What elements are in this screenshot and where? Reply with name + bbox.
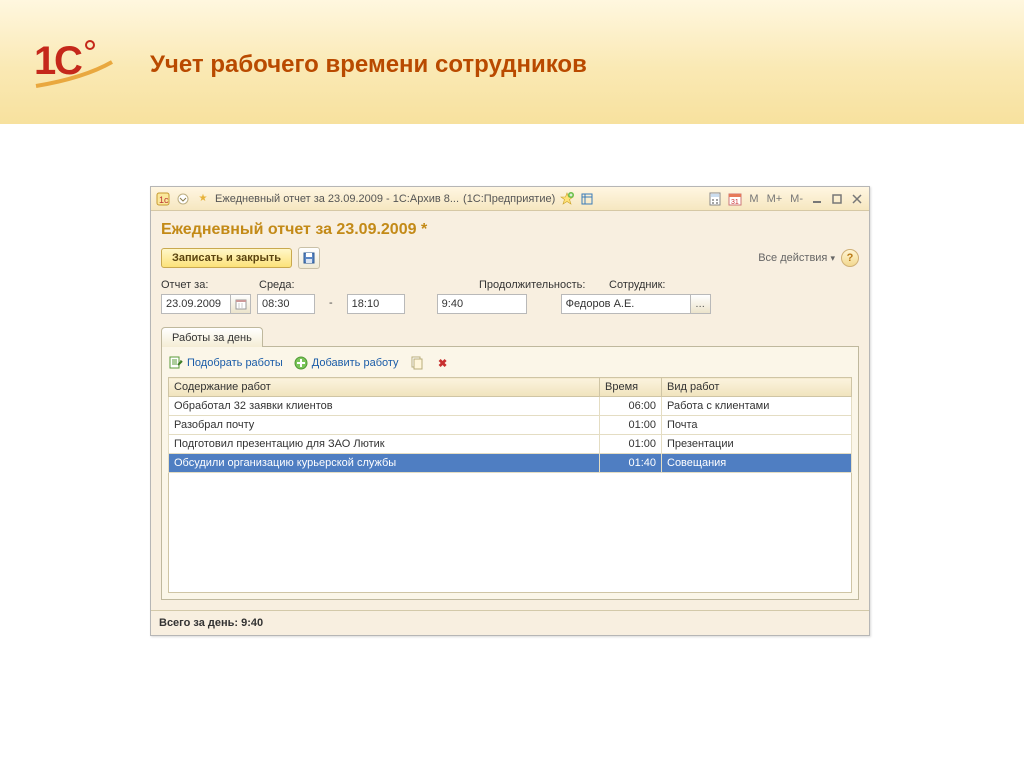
label-duration: Продолжительность: bbox=[479, 279, 609, 291]
footer-bar: Всего за день: 9:40 bbox=[151, 610, 869, 635]
add-work-button[interactable]: Добавить работу bbox=[293, 355, 399, 371]
save-icon[interactable] bbox=[298, 247, 320, 269]
copy-icon[interactable] bbox=[409, 355, 425, 371]
works-grid: Содержание работ Время Вид работ Обработ… bbox=[168, 377, 852, 473]
titlebar: 1c ★ Ежедневный отчет за 23.09.2009 - 1С… bbox=[151, 187, 869, 211]
add-icon bbox=[293, 355, 309, 371]
window-mode: (1С:Предприятие) bbox=[463, 193, 555, 205]
memory-m[interactable]: M bbox=[747, 191, 760, 207]
footer-label: Всего за день: bbox=[159, 617, 238, 629]
all-actions-menu[interactable]: Все действия ▾ bbox=[758, 252, 835, 264]
col-content[interactable]: Содержание работ bbox=[169, 378, 600, 397]
employee-field[interactable] bbox=[561, 294, 691, 314]
label-employee: Сотрудник: bbox=[609, 279, 699, 291]
pick-works-icon bbox=[168, 355, 184, 371]
all-actions-label: Все действия bbox=[758, 252, 827, 264]
pick-works-label: Подобрать работы bbox=[187, 357, 283, 369]
close-icon[interactable] bbox=[849, 191, 865, 207]
cell-content[interactable]: Подготовил презентацию для ЗАО Лютик bbox=[169, 435, 600, 454]
table-row[interactable]: Разобрал почту01:00Почта bbox=[169, 416, 852, 435]
minimize-icon[interactable] bbox=[809, 191, 825, 207]
document-title: Ежедневный отчет за 23.09.2009 * bbox=[161, 221, 859, 239]
footer-value: 9:40 bbox=[241, 617, 263, 629]
memory-mminus[interactable]: M- bbox=[788, 191, 805, 207]
dropdown-icon[interactable] bbox=[175, 191, 191, 207]
delete-icon[interactable]: ✖ bbox=[435, 355, 451, 371]
table-row[interactable]: Обработал 32 заявки клиентов06:00Работа … bbox=[169, 397, 852, 416]
tab-panel: Подобрать работы Добавить работу ✖ bbox=[161, 346, 859, 600]
pick-works-button[interactable]: Подобрать работы bbox=[168, 355, 283, 371]
col-type[interactable]: Вид работ bbox=[662, 378, 852, 397]
svg-text:1c: 1c bbox=[159, 195, 169, 205]
logo-1c: 1 C bbox=[18, 32, 136, 92]
select-icon[interactable]: … bbox=[691, 294, 711, 314]
grid-toolbar: Подобрать работы Добавить работу ✖ bbox=[168, 353, 852, 377]
grid-header-row: Содержание работ Время Вид работ bbox=[169, 378, 852, 397]
maximize-icon[interactable] bbox=[829, 191, 845, 207]
window-title: Ежедневный отчет за 23.09.2009 - 1С:Архи… bbox=[215, 193, 459, 205]
cell-time[interactable]: 01:00 bbox=[600, 435, 662, 454]
cell-content[interactable]: Обработал 32 заявки клиентов bbox=[169, 397, 600, 416]
cell-time[interactable]: 06:00 bbox=[600, 397, 662, 416]
slide-header: 1 C Учет рабочего времени сотрудников bbox=[0, 0, 1024, 124]
cell-type[interactable]: Совещания bbox=[662, 454, 852, 473]
col-time[interactable]: Время bbox=[600, 378, 662, 397]
cell-time[interactable]: 01:00 bbox=[600, 416, 662, 435]
app-logo-icon: 1c bbox=[155, 191, 171, 207]
links-icon[interactable] bbox=[579, 191, 595, 207]
label-report-date: Отчет за: bbox=[161, 279, 259, 291]
time-dash: - bbox=[321, 294, 341, 314]
cell-type[interactable]: Работа с клиентами bbox=[662, 397, 852, 416]
cell-time[interactable]: 01:40 bbox=[600, 454, 662, 473]
slide-title: Учет рабочего времени сотрудников bbox=[150, 51, 587, 79]
date-field[interactable] bbox=[161, 294, 231, 314]
datepicker-icon[interactable] bbox=[231, 294, 251, 314]
duration-field[interactable] bbox=[437, 294, 527, 314]
table-row[interactable]: Обсудили организацию курьерской службы01… bbox=[169, 454, 852, 473]
svg-text:31: 31 bbox=[731, 199, 739, 206]
command-bar: Записать и закрыть Все действия ▾ ? bbox=[161, 247, 859, 269]
add-favorite-icon[interactable] bbox=[559, 191, 575, 207]
calendar-icon[interactable]: 31 bbox=[727, 191, 743, 207]
cell-content[interactable]: Обсудили организацию курьерской службы bbox=[169, 454, 600, 473]
tab-works-per-day[interactable]: Работы за день bbox=[161, 327, 263, 347]
cell-type[interactable]: Почта bbox=[662, 416, 852, 435]
app-window: 1c ★ Ежедневный отчет за 23.09.2009 - 1С… bbox=[150, 186, 870, 636]
save-and-close-button[interactable]: Записать и закрыть bbox=[161, 248, 292, 268]
svg-text:1: 1 bbox=[34, 39, 56, 83]
star-icon[interactable]: ★ bbox=[195, 191, 211, 207]
calc-icon[interactable] bbox=[707, 191, 723, 207]
field-labels-row: Отчет за: Среда: Продолжительность: Сотр… bbox=[161, 279, 859, 291]
cell-content[interactable]: Разобрал почту bbox=[169, 416, 600, 435]
grid-empty-area[interactable] bbox=[168, 473, 852, 593]
chevron-down-icon: ▾ bbox=[830, 253, 835, 263]
label-day: Среда: bbox=[259, 279, 349, 291]
add-work-label: Добавить работу bbox=[312, 357, 399, 369]
memory-mplus[interactable]: M+ bbox=[765, 191, 785, 207]
help-icon[interactable]: ? bbox=[841, 249, 859, 267]
end-time-field[interactable] bbox=[347, 294, 405, 314]
cell-type[interactable]: Презентации bbox=[662, 435, 852, 454]
start-time-field[interactable] bbox=[257, 294, 315, 314]
fields-row: - … bbox=[161, 294, 859, 314]
table-row[interactable]: Подготовил презентацию для ЗАО Лютик01:0… bbox=[169, 435, 852, 454]
